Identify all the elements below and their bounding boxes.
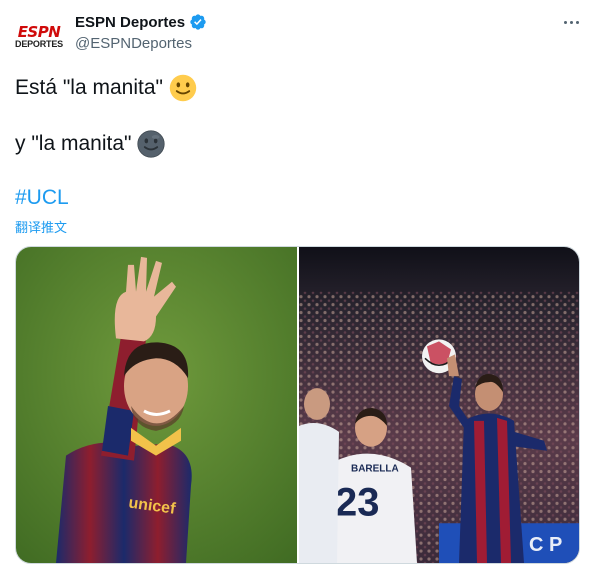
player-number-text: 23 <box>335 480 379 524</box>
tweet-text-1: Está "la manita" <box>15 76 163 99</box>
photo-pique-handball-image: C P BARELLA 23 <box>299 247 579 563</box>
photo-pique-handball[interactable]: C P BARELLA 23 <box>299 247 579 563</box>
more-options-icon[interactable] <box>559 10 583 34</box>
tweet-text-line-2: y "la manita" <box>15 130 166 158</box>
slightly-smiling-face-icon <box>169 74 197 102</box>
author-display-name[interactable]: ESPN Deportes <box>75 14 185 31</box>
tweet-text-2: y "la manita" <box>15 132 132 155</box>
media-grid: unicef C P BARELLA 23 <box>15 246 580 564</box>
tweet-text-line-1: Está "la manita" <box>15 74 197 102</box>
tweet-card[interactable]: ESPN DEPORTES ESPN Deportes @ESPNDeporte… <box>0 0 596 576</box>
photo-pique-waving-image: unicef <box>16 247 297 563</box>
svg-text:C P: C P <box>529 534 562 556</box>
author-handle[interactable]: @ESPNDeportes <box>75 35 192 52</box>
player-name-text: BARELLA <box>351 464 399 475</box>
author-avatar[interactable]: ESPN DEPORTES <box>15 13 63 61</box>
deportes-logo-text: DEPORTES <box>15 39 63 49</box>
verified-badge-icon <box>190 14 206 30</box>
photo-pique-waving[interactable]: unicef <box>16 247 297 563</box>
espn-logo-text: ESPN <box>17 23 61 41</box>
translate-tweet-link[interactable]: 翻译推文 <box>15 217 67 236</box>
author-name-row: ESPN Deportes <box>75 13 207 31</box>
hashtag-link[interactable]: #UCL <box>15 186 69 210</box>
new-moon-face-icon <box>137 130 166 158</box>
